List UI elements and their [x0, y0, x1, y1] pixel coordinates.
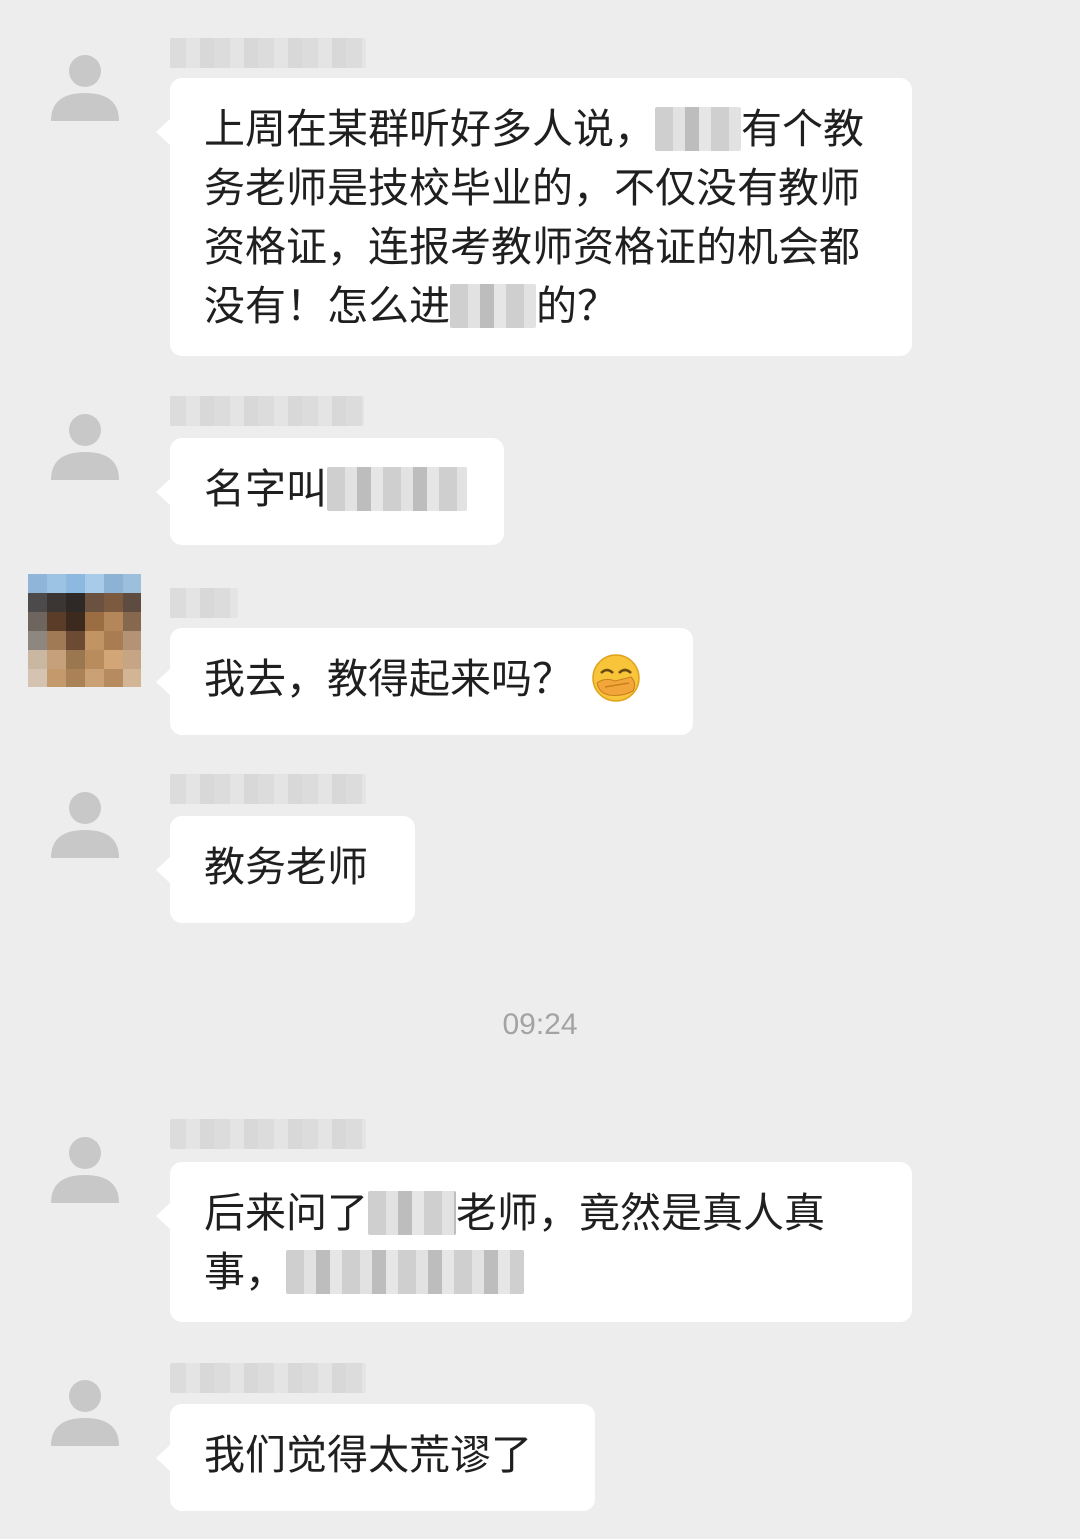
redacted-text	[450, 284, 536, 328]
sender-name-redacted	[170, 1363, 366, 1393]
person-silhouette-icon	[50, 54, 119, 121]
sender-name-redacted	[170, 396, 364, 426]
avatar[interactable]	[28, 1355, 141, 1468]
avatar[interactable]	[28, 1112, 141, 1225]
message-bubble[interactable]: 上周在某群听好多人说， 有个教务老师是技校毕业的，不仅没有教师资格证，连报考教师资…	[156, 78, 912, 356]
sender-name-redacted	[170, 774, 366, 804]
time-divider: 09:24	[502, 1008, 578, 1041]
avatar[interactable]	[28, 30, 141, 143]
message-text: 名字叫	[204, 465, 327, 513]
message-text: 的？	[536, 282, 618, 330]
message-bubble[interactable]: 我们觉得太荒谬了	[156, 1404, 595, 1511]
avatar[interactable]	[28, 389, 141, 502]
message-text: 上周在某群听好多人说，	[204, 105, 655, 153]
message-text: 教务老师	[204, 843, 368, 891]
redacted-text	[286, 1250, 524, 1294]
sender-name-redacted	[170, 588, 238, 618]
redacted-text	[327, 467, 467, 511]
message-text: 我们觉得太荒谬了	[204, 1431, 532, 1479]
person-silhouette-icon	[50, 1136, 119, 1203]
redacted-text	[368, 1191, 456, 1235]
avatar[interactable]	[28, 574, 141, 687]
avatar[interactable]	[28, 767, 141, 880]
message-bubble[interactable]: 教务老师	[156, 816, 415, 923]
message-text: 我去，教得起来吗？	[204, 655, 573, 703]
message-text: 后来问了	[204, 1189, 368, 1237]
person-silhouette-icon	[50, 1379, 119, 1446]
sender-name-redacted	[170, 1119, 366, 1149]
message-bubble[interactable]: 我去，教得起来吗？	[156, 628, 693, 735]
person-silhouette-icon	[50, 791, 119, 858]
sender-name-redacted	[170, 38, 366, 68]
message-bubble[interactable]: 名字叫	[156, 438, 504, 545]
redacted-text	[655, 107, 741, 151]
face-palm-emoji	[592, 654, 640, 702]
message-bubble[interactable]: 后来问了 老师，竟然是真人真事，	[156, 1162, 912, 1322]
person-silhouette-icon	[50, 413, 119, 480]
